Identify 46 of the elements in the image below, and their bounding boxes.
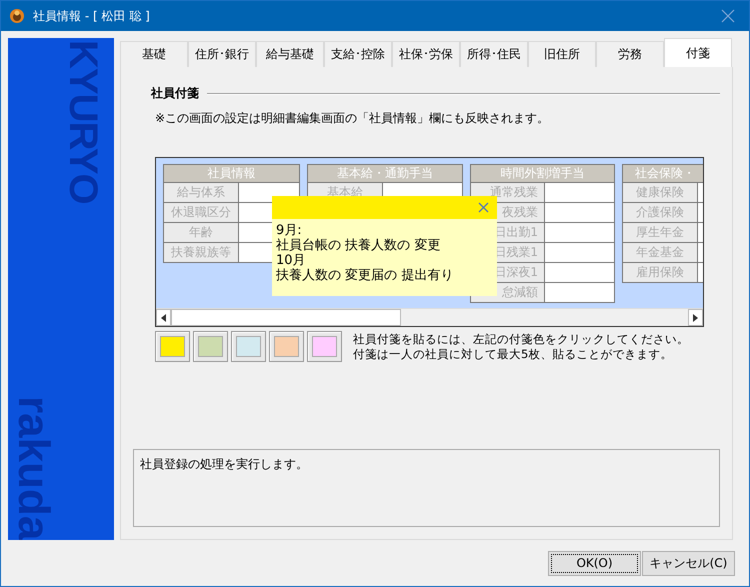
scroll-left-icon[interactable] bbox=[161, 314, 166, 322]
group-header: 社員情報 bbox=[164, 165, 299, 183]
row-label: 年金基金 bbox=[623, 243, 698, 262]
close-icon[interactable] bbox=[721, 9, 735, 23]
tab[interactable]: 旧住所 bbox=[528, 41, 596, 67]
row-label: 健康保険 bbox=[623, 183, 698, 202]
tab[interactable]: 社保･労保 bbox=[392, 41, 460, 67]
notice-text: ※この画面の設定は明細書編集画面の「社員情報」欄にも反映されます。 bbox=[154, 110, 550, 127]
note-text: 扶養人数の 変更届の 提出有り bbox=[276, 268, 454, 283]
color-swatch-button[interactable] bbox=[155, 331, 190, 362]
dialog-button[interactable]: キャンセル(C) bbox=[642, 550, 735, 576]
row-label: 給与体系 bbox=[164, 183, 239, 202]
horizontal-scrollbar[interactable] bbox=[156, 308, 703, 326]
tab[interactable]: 付箋 bbox=[664, 38, 732, 67]
color-swatch-button[interactable] bbox=[307, 331, 342, 362]
group-header: 社会保険・ bbox=[623, 165, 703, 183]
help-text: 社員付箋を貼るには、左記の付箋色をクリックしてください。 bbox=[353, 332, 689, 346]
tab[interactable]: 基礎 bbox=[120, 41, 188, 67]
row-label: 年齢 bbox=[164, 223, 239, 242]
color-swatch-button[interactable] bbox=[193, 331, 228, 362]
dialog-button[interactable]: OK(O) bbox=[548, 550, 641, 576]
tab[interactable]: 所得･住民 bbox=[460, 41, 528, 67]
row-label: 厚生年金 bbox=[623, 223, 698, 242]
row-label: 雇用保険 bbox=[623, 263, 698, 282]
message-text: 社員登録の処理を実行します。 bbox=[140, 457, 308, 471]
help-text: 付箋は一人の社員に対して最大5枚、貼ることができます。 bbox=[353, 346, 674, 362]
note-text: 10月 bbox=[276, 253, 307, 268]
tab[interactable]: 労務 bbox=[596, 41, 664, 67]
tab[interactable]: 給与基礎 bbox=[256, 41, 324, 67]
row-label: 休退職区分 bbox=[164, 203, 239, 222]
note-text: 社員台帳の 扶養人数の 変更 bbox=[276, 238, 442, 253]
scroll-right-icon[interactable] bbox=[693, 314, 698, 322]
color-swatch-button[interactable] bbox=[231, 331, 266, 362]
note-text: 9月: bbox=[276, 223, 303, 238]
row-label: 扶養親族等 bbox=[164, 243, 239, 262]
scroll-thumb[interactable] bbox=[171, 309, 401, 326]
tab[interactable]: 住所･銀行 bbox=[188, 41, 256, 67]
window-title: 社員情報 - [ 松田 聡 ] bbox=[33, 8, 151, 24]
section-title: 社員付箋 bbox=[151, 85, 199, 102]
row-label: 介護保険 bbox=[623, 203, 698, 222]
group-header: 基本給・通勤手当 bbox=[308, 165, 462, 183]
color-swatch-button[interactable] bbox=[269, 331, 304, 362]
close-icon[interactable] bbox=[478, 202, 489, 213]
tab[interactable]: 支給･控除 bbox=[324, 41, 392, 67]
app-icon bbox=[9, 8, 25, 24]
group-header: 時間外割増手当 bbox=[471, 165, 614, 183]
